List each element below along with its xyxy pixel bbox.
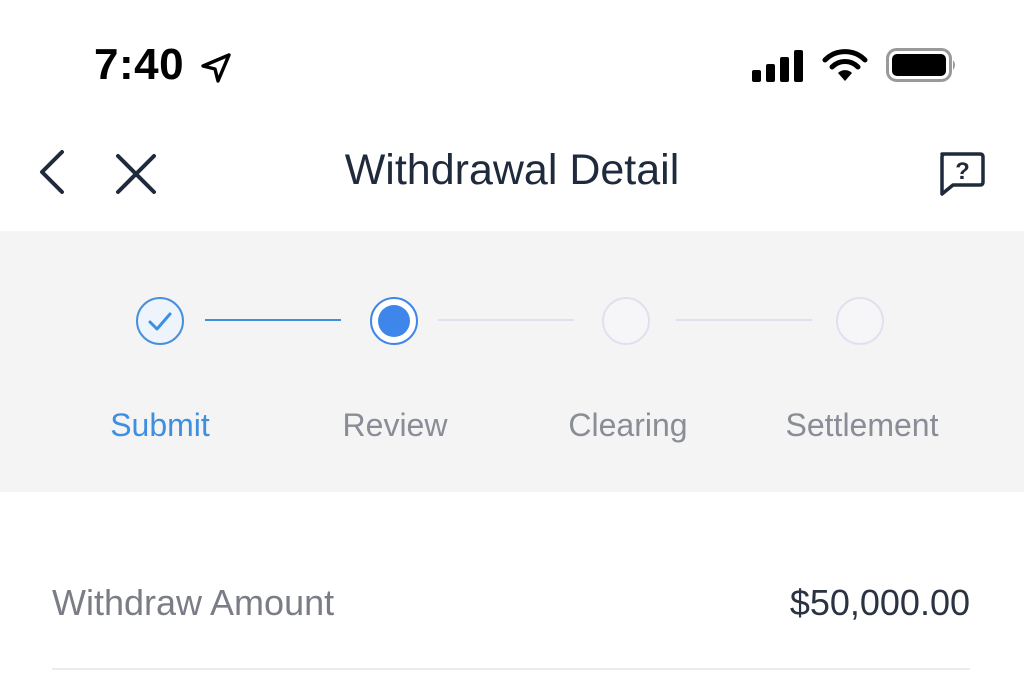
page-title: Withdrawal Detail <box>344 146 680 194</box>
help-question-icon[interactable]: ? <box>936 150 986 198</box>
step-node-clearing <box>602 297 650 345</box>
battery-icon <box>886 48 958 87</box>
step-label-review: Review <box>342 407 448 443</box>
wifi-icon <box>822 48 868 87</box>
status-bar: 7:40 <box>0 0 1024 128</box>
status-time: 7:40 <box>94 40 234 90</box>
step-label-submit: Submit <box>110 407 210 443</box>
detail-label: Withdraw Amount <box>52 582 335 623</box>
step-label-clearing: Clearing <box>568 407 688 443</box>
step-connector-1 <box>205 319 341 321</box>
nav-bar: Withdrawal Detail ? <box>0 128 1024 231</box>
step-node-settlement <box>836 297 884 345</box>
cellular-signal-icon <box>752 48 804 87</box>
active-dot <box>378 305 410 337</box>
check-icon <box>148 312 172 331</box>
status-icons <box>752 48 958 87</box>
detail-row-withdraw-amount: Withdraw Amount $50,000.00 <box>52 560 970 670</box>
step-node-review <box>370 297 418 345</box>
step-connector-3 <box>676 319 812 321</box>
progress-stepper: Submit Review Clearing Settlement <box>0 231 1024 492</box>
step-connector-2 <box>438 319 574 321</box>
detail-value: $50,000.00 <box>789 582 970 623</box>
location-arrow-icon <box>198 47 234 83</box>
step-label-settlement: Settlement <box>785 407 939 443</box>
step-node-submit <box>136 297 184 345</box>
clock-time: 7:40 <box>94 40 185 89</box>
svg-text:?: ? <box>955 158 970 185</box>
